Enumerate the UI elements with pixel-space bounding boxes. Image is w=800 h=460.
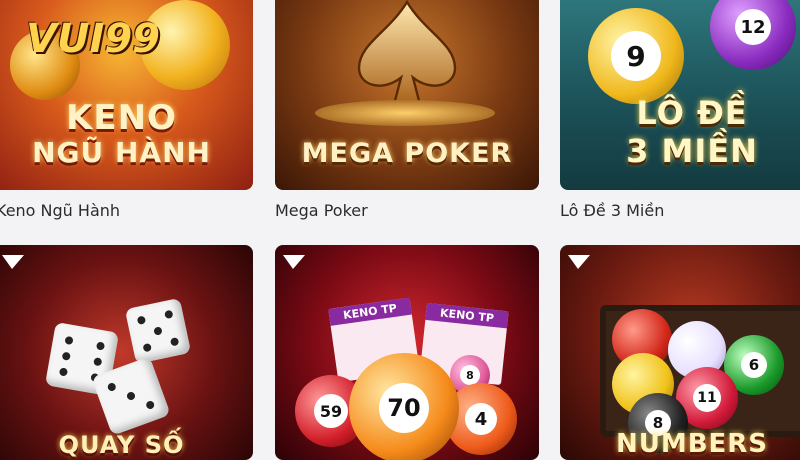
game-label-keno-ngu-hanh[interactable]: Keno Ngũ Hành [0, 201, 120, 220]
provider-badge-icon [2, 255, 24, 269]
lode-art-title-line2: 3 MIỀN [626, 132, 758, 170]
numbers-art-title: NUMBERS [615, 429, 769, 459]
game-label-mega-poker[interactable]: Mega Poker [275, 201, 368, 220]
game-card-lo-de-3-mien[interactable]: 12 9 LÔ ĐỀ 3 MIỀN [560, 0, 800, 190]
lottery-ball-number: 4 [465, 403, 497, 435]
game-card-mega-poker[interactable]: MEGA POKER [275, 0, 539, 190]
lottery-ball-number: 8 [460, 365, 480, 385]
ball-12-number: 12 [735, 9, 771, 45]
lottery-ball: 70 [349, 353, 459, 460]
keno-ticket-title: KENO TP [425, 302, 509, 329]
keno-art-title-line1: KENO [66, 98, 177, 138]
game-card-keno-ngu-hanh[interactable]: KENO NGŨ HÀNH VUI99 [0, 0, 253, 190]
game-card-quay-so[interactable]: QUAY SỐ [0, 245, 253, 460]
lottery-ball-number: 59 [314, 394, 348, 428]
provider-badge-icon [283, 255, 305, 269]
chips-art [315, 100, 495, 126]
brand-logo: VUI99 [26, 16, 160, 62]
game-card-keno-tp[interactable]: KENO TP KENO TP 59 8 4 70 [275, 245, 539, 460]
billiard-ball-number: 11 [693, 384, 721, 412]
die-icon [124, 297, 192, 365]
keno-art-title-line2: NGŨ HÀNH [32, 136, 211, 169]
ball-9-number: 9 [611, 31, 661, 81]
game-label-lo-de-3-mien[interactable]: Lô Đề 3 Miền [560, 201, 664, 220]
billiard-ball-number: 6 [741, 352, 767, 378]
keno-ticket-title: KENO TP [328, 297, 412, 326]
ball-12: 12 [710, 0, 796, 70]
ball-9: 9 [588, 8, 684, 104]
game-card-numbers[interactable]: 6 11 8 NUMBERS [560, 245, 800, 460]
quay-so-art-title: QUAY SỐ [58, 431, 185, 459]
lode-art-title-line1: LÔ ĐỀ [636, 94, 748, 132]
spade-icon [357, 0, 457, 112]
provider-badge-icon [568, 255, 590, 269]
mega-poker-art-title: MEGA POKER [301, 138, 513, 169]
brand-logo-text: VUI99 [26, 16, 160, 62]
lottery-ball-number: 70 [379, 383, 429, 433]
